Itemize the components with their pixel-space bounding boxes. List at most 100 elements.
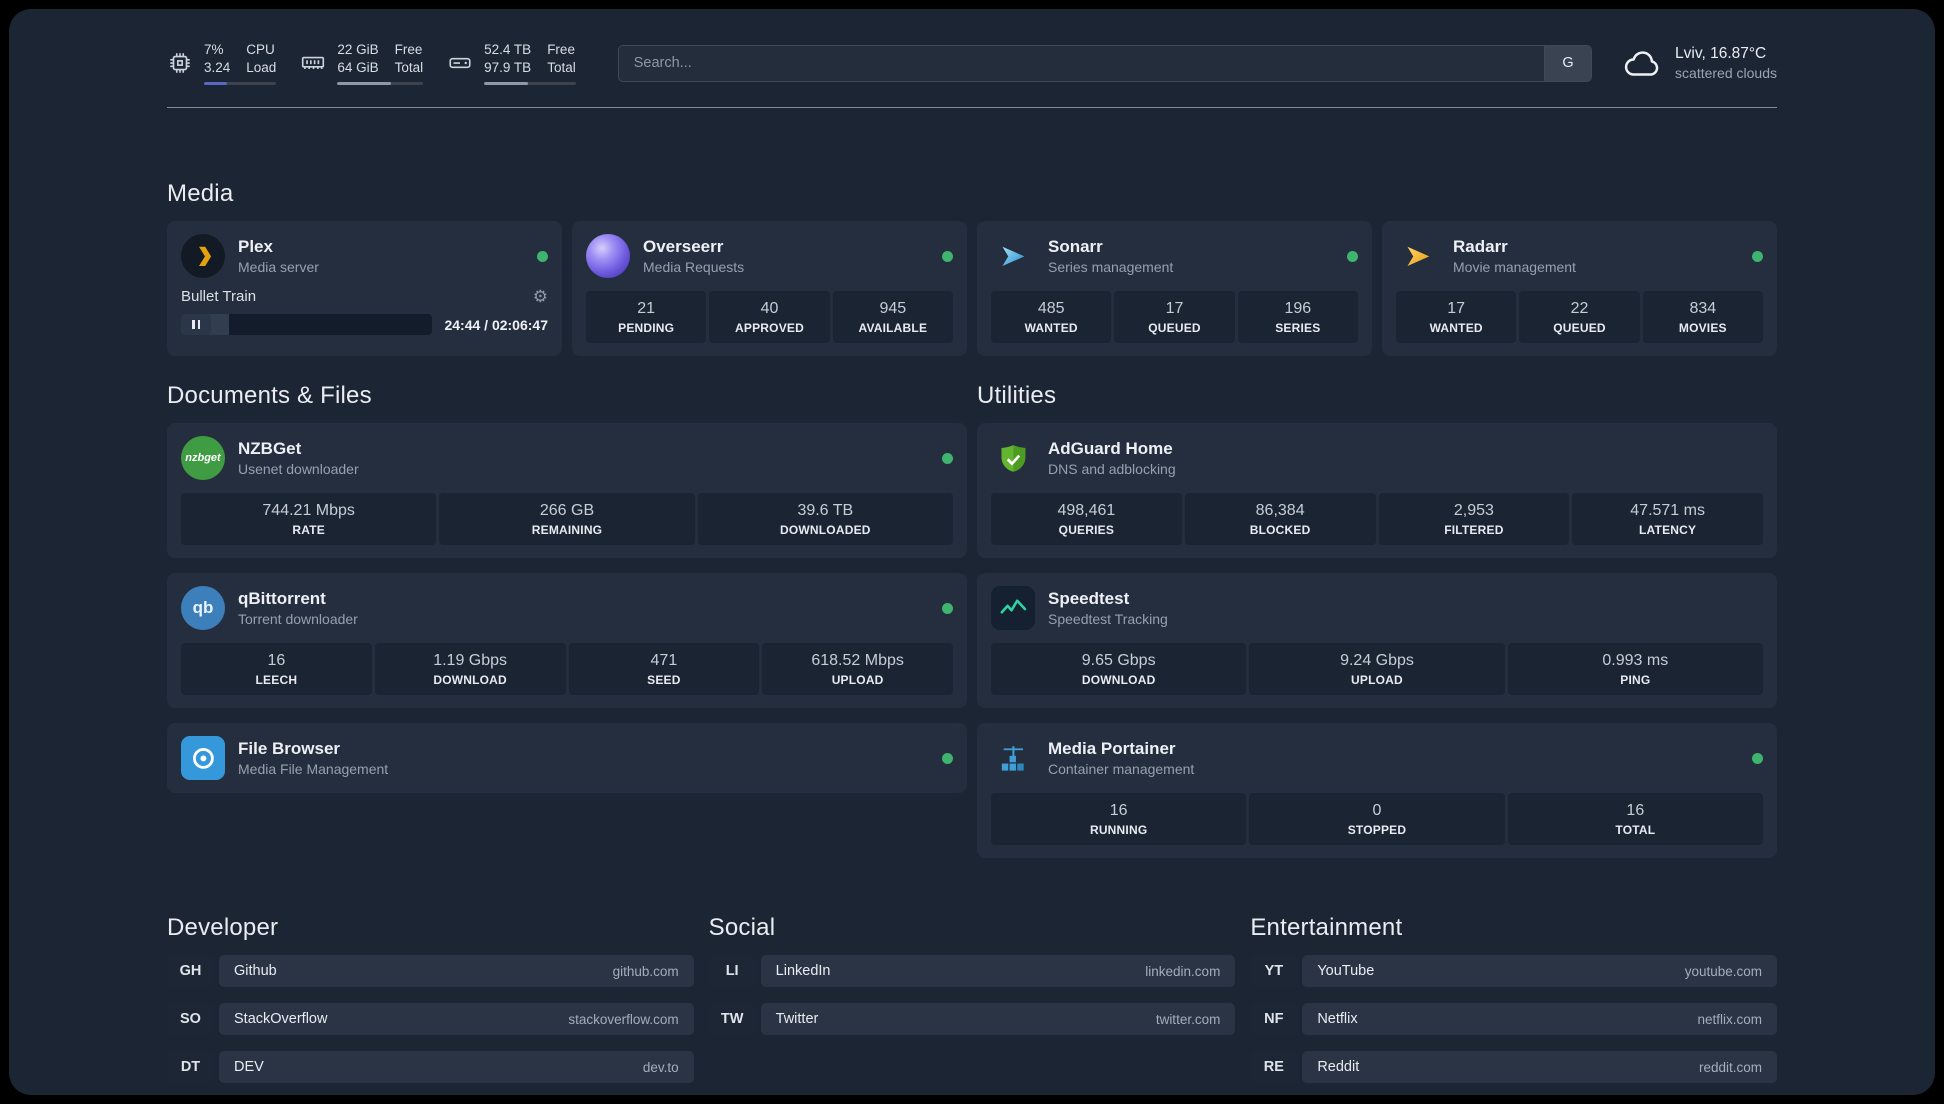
service-name: NZBGet <box>238 438 302 458</box>
service-card-adguard[interactable]: AdGuard Home DNS and adblocking 498,461 … <box>977 423 1777 558</box>
bookmark-stackoverflow[interactable]: SO StackOverflow stackoverflow.com <box>167 1003 694 1035</box>
stat-wanted: 485 WANTED <box>991 291 1112 343</box>
dashboard-frame: 7% 3.24 CPU Load 22 GiB 64 GiB Free Tota… <box>9 9 1935 1095</box>
stat-label: SERIES <box>1275 321 1321 335</box>
stat-label: UPLOAD <box>1351 673 1403 687</box>
stat-value: 471 <box>650 652 678 669</box>
service-subtitle: Media server <box>238 259 319 276</box>
bookmark-abbr: GH <box>167 955 214 987</box>
gear-icon[interactable]: ⚙ <box>533 288 548 305</box>
service-card-sonarr[interactable]: Sonarr Series management 485 WANTED 17 Q… <box>977 221 1372 356</box>
service-card-portainer[interactable]: Media Portainer Container management 16 … <box>977 723 1777 858</box>
stat-value: 16 <box>1109 802 1128 819</box>
bookmark-reddit[interactable]: RE Reddit reddit.com <box>1250 1051 1777 1083</box>
weather-widget: Lviv, 16.87°C scattered clouds <box>1622 44 1777 82</box>
cpu-bar <box>204 81 277 85</box>
bookmark-dev[interactable]: DT DEV dev.to <box>167 1051 694 1083</box>
playback-progress-bar[interactable] <box>181 314 433 335</box>
stat-label: RUNNING <box>1089 823 1148 837</box>
bookmark-name: LinkedIn <box>775 963 831 979</box>
bookmark-url: reddit.com <box>1698 1059 1762 1075</box>
service-card-nzbget[interactable]: nzbget NZBGet Usenet downloader 744.21 M… <box>167 423 967 558</box>
status-dot <box>942 452 953 464</box>
disk-bar-fill <box>484 81 529 85</box>
memory-free-value: 22 GiB <box>337 42 379 58</box>
bookmark-url: twitter.com <box>1155 1011 1221 1027</box>
stat-value: 16 <box>267 652 286 669</box>
memory-bar-fill <box>337 81 391 85</box>
disk-bar <box>484 81 576 85</box>
memory-icon <box>300 50 326 76</box>
stat-downloaded: 39.6 TB DOWNLOADED <box>697 493 953 545</box>
service-name: File Browser <box>238 738 341 758</box>
stat-filtered: 2,953 FILTERED <box>1378 493 1570 545</box>
stat-value: 0 <box>1372 802 1382 819</box>
stat-queries: 498,461 QUERIES <box>991 493 1182 545</box>
bookmark-github[interactable]: GH Github github.com <box>167 955 694 987</box>
service-card-speedtest[interactable]: Speedtest Speedtest Tracking 9.65 Gbps D… <box>977 573 1777 708</box>
search-input[interactable] <box>618 45 1545 81</box>
stat-label: APPROVED <box>735 321 804 335</box>
stat-upload: 618.52 Mbps UPLOAD <box>762 643 953 695</box>
bookmark-name: DEV <box>234 1059 264 1075</box>
bookmark-url: github.com <box>612 963 679 979</box>
service-card-plex[interactable]: Plex Media server Bullet Train ⚙ 24:44 /… <box>167 221 562 356</box>
service-subtitle: Speedtest Tracking <box>1048 611 1168 628</box>
stat-value: 17 <box>1447 300 1466 317</box>
bookmark-group-title: Entertainment <box>1250 914 1403 941</box>
stat-label: LATENCY <box>1639 523 1697 537</box>
stat-label: PING <box>1620 673 1651 687</box>
bookmark-url: stackoverflow.com <box>568 1011 679 1027</box>
bookmark-abbr: LI <box>708 955 756 987</box>
status-dot <box>942 250 953 262</box>
bookmark-twitter[interactable]: TW Twitter twitter.com <box>708 1003 1236 1035</box>
stat-value: 498,461 <box>1057 502 1116 519</box>
stat-pending: 21 PENDING <box>586 291 707 343</box>
bookmark-name: Reddit <box>1317 1059 1360 1075</box>
cpu-percent: 7% <box>204 42 224 58</box>
section-utilities: Utilities AdGuard Home DNS and adblockin… <box>977 382 1777 858</box>
bookmark-group-title: Social <box>708 914 776 941</box>
topbar-divider <box>167 107 1777 108</box>
stat-seed: 471 SEED <box>568 643 760 695</box>
bookmark-youtube[interactable]: YT YouTube youtube.com <box>1250 955 1777 987</box>
service-card-overseerr[interactable]: Overseerr Media Requests 21 PENDING 40 A… <box>572 221 967 356</box>
pause-button[interactable] <box>181 314 211 335</box>
disk-free-label: Free <box>547 42 575 58</box>
service-subtitle: Media Requests <box>643 259 745 276</box>
filebrowser-icon <box>181 736 225 780</box>
stat-value: 618.52 Mbps <box>811 652 904 669</box>
stat-blocked: 86,384 BLOCKED <box>1184 493 1376 545</box>
service-name: Sonarr <box>1048 236 1103 256</box>
service-card-qbittorrent[interactable]: qb qBittorrent Torrent downloader 16 LEE… <box>167 573 967 708</box>
service-subtitle: Movie management <box>1453 259 1576 276</box>
bookmark-url: linkedin.com <box>1145 963 1221 979</box>
bookmarks-section: Developer GH Github github.com SO StackO… <box>167 914 1777 1095</box>
disk-total-label: Total <box>547 60 576 75</box>
service-card-filebrowser[interactable]: File Browser Media File Management <box>167 723 967 793</box>
sonarr-icon <box>991 234 1035 278</box>
status-dot <box>942 752 953 764</box>
nzbget-icon: nzbget <box>181 436 225 480</box>
cpu-icon <box>167 50 193 76</box>
stat-value: 17 <box>1165 300 1184 317</box>
service-name: Plex <box>238 236 273 256</box>
stat-latency: 47.571 ms LATENCY <box>1572 493 1763 545</box>
search-provider-button[interactable]: G <box>1544 45 1592 81</box>
stat-value: 485 <box>1037 300 1065 317</box>
service-subtitle: Series management <box>1048 259 1174 276</box>
stat-value: 47.571 ms <box>1630 502 1705 519</box>
stat-label: STOPPED <box>1347 823 1407 837</box>
cpu-widget: 7% 3.24 CPU Load <box>167 41 277 85</box>
stat-label: BLOCKED <box>1249 523 1311 537</box>
bookmark-netflix[interactable]: NF Netflix netflix.com <box>1250 1003 1777 1035</box>
cpu-label: CPU <box>246 42 275 58</box>
stat-value: 16 <box>1626 802 1645 819</box>
service-card-radarr[interactable]: Radarr Movie management 17 WANTED 22 QUE… <box>1382 221 1777 356</box>
bookmark-abbr: SO <box>167 1003 214 1035</box>
bookmark-linkedin[interactable]: LI LinkedIn linkedin.com <box>708 955 1236 987</box>
dashboard-app: 7% 3.24 CPU Load 22 GiB 64 GiB Free Tota… <box>0 0 1944 1104</box>
service-name: qBittorrent <box>238 588 326 608</box>
stat-movies: 834 MOVIES <box>1642 291 1763 343</box>
topbar: 7% 3.24 CPU Load 22 GiB 64 GiB Free Tota… <box>167 39 1777 87</box>
